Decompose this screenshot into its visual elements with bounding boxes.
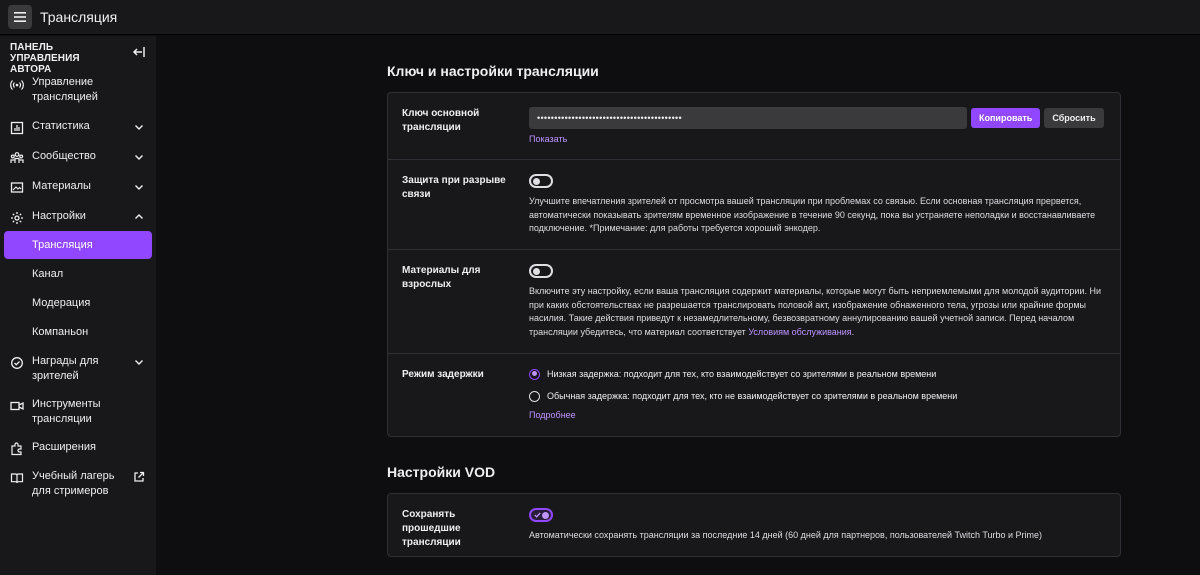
page-title: Трансляция [40, 9, 118, 25]
check-icon [534, 512, 541, 518]
vod-settings-card: Сохранять прошедшие трансляции Автоматич… [387, 493, 1121, 557]
chevron-down-icon [135, 185, 143, 190]
community-icon [10, 152, 24, 163]
latency-option-label: Низкая задержка: подходит для тех, кто в… [547, 369, 937, 379]
chart-icon [10, 121, 24, 135]
toggle-knob [533, 177, 540, 185]
mature-content-row: Материалы для взрослых Включите эту наст… [388, 250, 1120, 354]
latency-option-normal[interactable]: Обычная задержка: подходит для тех, кто … [529, 386, 1113, 406]
sidebar-subitem-channel[interactable]: Канал [4, 260, 152, 288]
radio-low-latency[interactable] [529, 368, 540, 380]
copy-button[interactable]: Копировать [971, 108, 1041, 128]
disconnect-protection-description: Улучшите впечатления зрителей от просмот… [529, 196, 1096, 233]
chevron-down-icon [135, 360, 143, 365]
main-content: Ключ и настройки трансляции Ключ основно… [156, 36, 1200, 575]
sidebar-item-community[interactable]: Сообщество [0, 149, 156, 165]
sidebar-subitem-stream[interactable]: Трансляция [4, 231, 152, 259]
sidebar-item-label: Расширения [32, 441, 96, 453]
stream-key-label: Ключ основной трансляции [402, 108, 480, 133]
sidebar-item-label: Сообщество [32, 150, 96, 162]
gear-icon [11, 212, 23, 224]
hamburger-icon [14, 12, 26, 22]
sidebar-title: ПАНЕЛЬ УПРАВЛЕНИЯ АВТОРА [10, 42, 80, 75]
camera-icon [10, 401, 24, 411]
mature-content-toggle[interactable] [529, 264, 553, 278]
show-key-link[interactable]: Показать [529, 134, 1113, 144]
stream-key-field[interactable]: ••••••••••••••••••••••••••••••••••••••••… [529, 107, 967, 129]
extensions-icon [11, 442, 22, 456]
disconnect-protection-row: Защита при разрыве связи Улучшите впечат… [388, 160, 1120, 250]
chevron-down-icon [135, 125, 143, 130]
sidebar-item-label: Награды для зрителей [32, 355, 99, 382]
sidebar-item-settings[interactable]: Настройки [0, 209, 156, 225]
sidebar-item-label: Статистика [32, 120, 90, 132]
sidebar-item-label: Материалы [32, 180, 91, 192]
content-icon [10, 182, 24, 193]
toggle-knob [542, 511, 549, 519]
sidebar-item-label: Учебный лагерь для стримеров [32, 470, 115, 497]
sidebar-subitem-moderation[interactable]: Модерация [4, 289, 152, 317]
latency-mode-label: Режим задержки [402, 369, 484, 380]
vod-settings-title: Настройки VOD [387, 464, 496, 480]
sidebar-item-label: Настройки [32, 210, 86, 222]
sidebar: ПАНЕЛЬ УПРАВЛЕНИЯ АВТОРА Управление тран… [0, 36, 156, 575]
sidebar-item-stream-manager[interactable]: Управление трансляцией [0, 75, 156, 105]
sidebar-item-analytics[interactable]: Статистика [0, 119, 156, 135]
terms-of-service-link[interactable]: Условиям обслуживания [748, 327, 851, 337]
sidebar-subitem-companion[interactable]: Компаньон [4, 318, 152, 346]
stream-settings-title: Ключ и настройки трансляции [387, 63, 599, 79]
book-icon [10, 473, 24, 484]
latency-option-low[interactable]: Низкая задержка: подходит для тех, кто в… [529, 364, 1113, 384]
toggle-knob [533, 267, 540, 275]
disconnect-protection-toggle[interactable] [529, 174, 553, 188]
mature-content-label: Материалы для взрослых [402, 265, 481, 290]
store-past-broadcasts-label: Сохранять прошедшие трансляции [402, 509, 461, 548]
sidebar-item-creator-camp[interactable]: Учебный лагерь для стримеров [0, 469, 156, 499]
sidebar-item-stream-tools[interactable]: Инструменты трансляции [0, 397, 156, 427]
sidebar-header: ПАНЕЛЬ УПРАВЛЕНИЯ АВТОРА [0, 36, 156, 75]
store-past-broadcasts-toggle[interactable] [529, 508, 553, 522]
top-bar: Трансляция [0, 0, 1200, 35]
rewards-icon [11, 357, 23, 369]
store-past-broadcasts-row: Сохранять прошедшие трансляции Автоматич… [388, 494, 1120, 556]
external-link-icon [134, 471, 145, 482]
sidebar-item-label: Управление трансляцией [32, 76, 98, 103]
disconnect-protection-label: Защита при разрыве связи [402, 175, 506, 200]
latency-option-label: Обычная задержка: подходит для тех, кто … [547, 391, 958, 401]
sidebar-item-extensions[interactable]: Расширения [0, 440, 156, 456]
menu-button[interactable] [8, 5, 32, 29]
reset-button[interactable]: Сбросить [1044, 108, 1104, 128]
learn-more-link[interactable]: Подробнее [529, 410, 1113, 420]
stream-key-row: Ключ основной трансляции •••••••••••••••… [388, 93, 1120, 160]
radio-normal-latency[interactable] [529, 390, 540, 402]
store-past-broadcasts-description: Автоматически сохранять трансляции за по… [529, 530, 1043, 540]
chevron-down-icon [135, 155, 143, 160]
mature-content-description: Включите эту настройку, если ваша трансл… [529, 285, 1113, 339]
chevron-up-icon [135, 214, 143, 219]
collapse-sidebar-icon[interactable] [132, 45, 146, 59]
stream-settings-card: Ключ основной трансляции •••••••••••••••… [387, 92, 1121, 437]
sidebar-item-viewer-rewards[interactable]: Награды для зрителей [0, 354, 156, 384]
sidebar-item-content[interactable]: Материалы [0, 179, 156, 195]
latency-mode-row: Режим задержки Низкая задержка: подходит… [388, 354, 1120, 436]
mature-content-tail: . [851, 326, 855, 337]
sidebar-item-label: Инструменты трансляции [32, 398, 101, 425]
broadcast-icon [10, 80, 24, 90]
